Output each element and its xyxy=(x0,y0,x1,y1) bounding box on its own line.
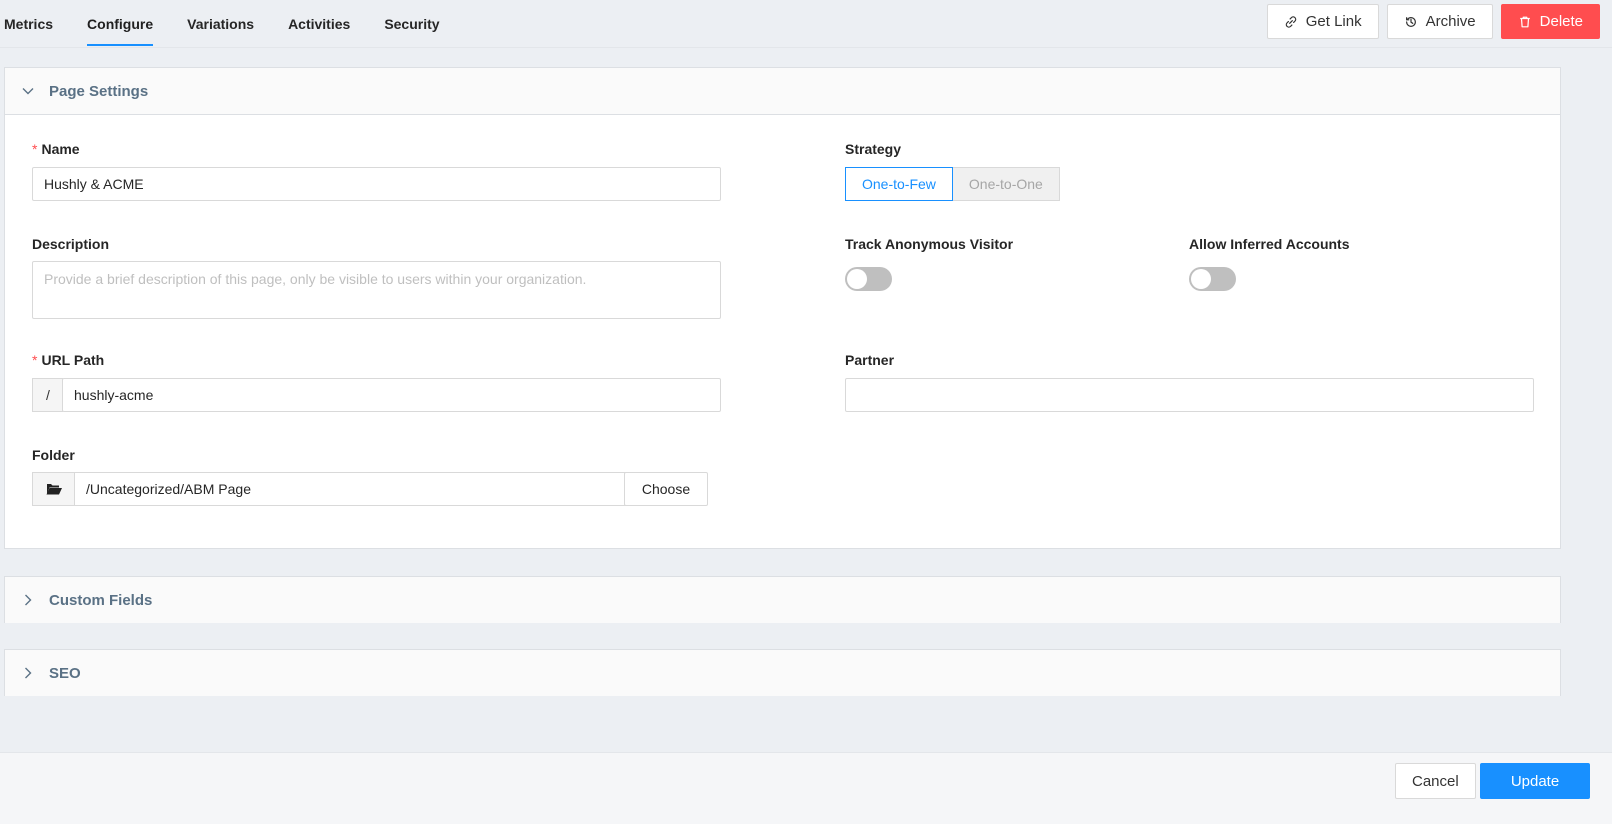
strategy-one-to-one[interactable]: One-to-One xyxy=(952,167,1060,201)
update-button[interactable]: Update xyxy=(1480,763,1590,799)
custom-fields-panel: Custom Fields xyxy=(4,576,1561,623)
strategy-one-to-few[interactable]: One-to-Few xyxy=(845,167,953,201)
top-bar: Metrics Configure Variations Activities … xyxy=(0,0,1612,48)
tab-bar: Metrics Configure Variations Activities … xyxy=(4,0,474,48)
chevron-right-icon xyxy=(25,667,32,679)
tab-activities[interactable]: Activities xyxy=(288,0,350,46)
tab-configure[interactable]: Configure xyxy=(87,0,154,46)
archive-label: Archive xyxy=(1425,13,1476,30)
get-link-button[interactable]: Get Link xyxy=(1266,4,1379,39)
custom-fields-title: Custom Fields xyxy=(49,591,153,609)
url-path-prefix: / xyxy=(32,378,63,412)
allow-inferred-label: Allow Inferred Accounts xyxy=(1189,236,1350,252)
track-anonymous-toggle[interactable] xyxy=(845,267,892,291)
partner-label: Partner xyxy=(845,352,895,368)
partner-input[interactable] xyxy=(845,378,1534,412)
seo-panel: SEO xyxy=(4,649,1561,696)
history-icon xyxy=(1405,16,1416,27)
seo-header[interactable]: SEO xyxy=(5,650,1560,696)
folder-open-icon xyxy=(45,484,62,495)
choose-folder-button[interactable]: Choose xyxy=(624,472,708,506)
required-marker: * xyxy=(32,352,38,368)
description-label: Description xyxy=(32,236,110,252)
folder-path-input[interactable]: /Uncategorized/ABM Page xyxy=(74,472,626,506)
tab-variations[interactable]: Variations xyxy=(187,0,254,46)
toggle-knob xyxy=(1191,269,1211,289)
name-label: * Name xyxy=(32,141,80,157)
url-path-label: * URL Path xyxy=(32,352,105,368)
get-link-label: Get Link xyxy=(1305,13,1362,30)
required-marker: * xyxy=(32,141,38,157)
folder-addon xyxy=(32,472,74,506)
delete-label: Delete xyxy=(1539,13,1583,30)
link-icon xyxy=(1285,15,1296,28)
page-settings-header[interactable]: Page Settings xyxy=(5,68,1560,114)
name-input[interactable]: Hushly & ACME xyxy=(32,167,721,201)
delete-button[interactable]: Delete xyxy=(1500,4,1600,39)
cancel-button[interactable]: Cancel xyxy=(1395,763,1476,799)
url-path-input[interactable]: hushly-acme xyxy=(62,378,721,412)
header-actions: Get Link Archive Delete xyxy=(1266,4,1600,39)
description-textarea[interactable]: Provide a brief description of this page… xyxy=(32,261,721,319)
strategy-label: Strategy xyxy=(845,141,902,157)
seo-title: SEO xyxy=(49,664,81,682)
chevron-down-icon xyxy=(22,88,34,95)
toggle-knob xyxy=(847,269,867,289)
trash-icon xyxy=(1519,16,1530,27)
tab-metrics[interactable]: Metrics xyxy=(4,0,53,46)
strategy-segmented-control: One-to-Few One-to-One xyxy=(845,167,1060,201)
folder-label: Folder xyxy=(32,447,75,463)
chevron-right-icon xyxy=(25,594,32,606)
archive-button[interactable]: Archive xyxy=(1386,4,1493,39)
footer-bar: Cancel Update xyxy=(0,752,1612,824)
tab-security[interactable]: Security xyxy=(384,0,439,46)
page-settings-panel: Page Settings * Name Hushly & ACME Strate… xyxy=(4,67,1561,549)
allow-inferred-toggle[interactable] xyxy=(1189,267,1236,291)
page-settings-title: Page Settings xyxy=(49,82,149,100)
custom-fields-header[interactable]: Custom Fields xyxy=(5,577,1560,623)
page-settings-body: * Name Hushly & ACME Strategy One-to-Few … xyxy=(5,114,1560,549)
track-anonymous-label: Track Anonymous Visitor xyxy=(845,236,1014,252)
